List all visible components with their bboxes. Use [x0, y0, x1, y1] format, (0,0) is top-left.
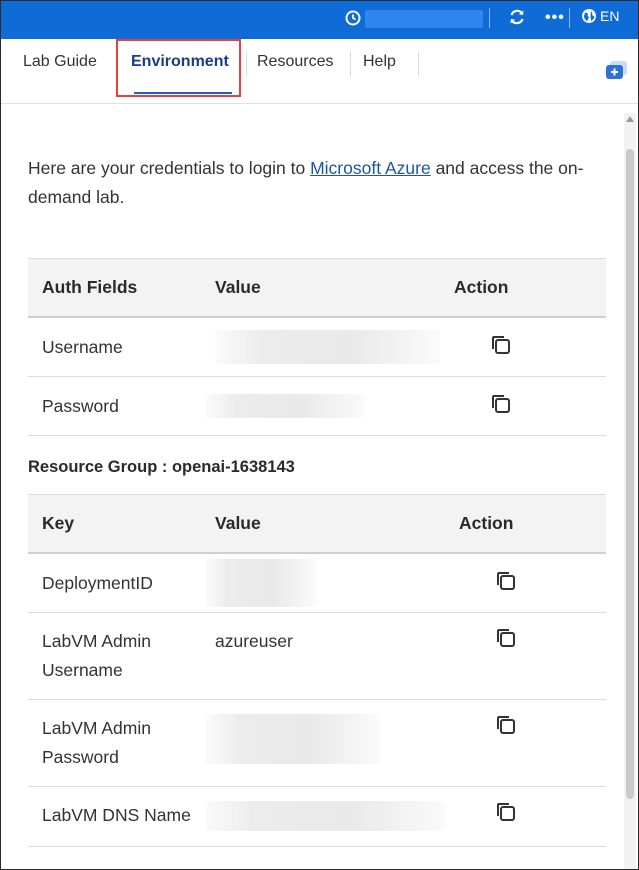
key-labvm-dns-name: LabVM DNS Name: [28, 786, 201, 847]
intro-text: Here are your credentials to login to: [28, 158, 311, 178]
tab-lab-guide[interactable]: Lab Guide: [23, 53, 97, 71]
table-row: Password: [28, 376, 606, 436]
scrollbar[interactable]: [624, 113, 636, 869]
table-row: LabVM DNS Name: [28, 786, 606, 847]
refresh-icon[interactable]: [508, 8, 526, 26]
header-key: Key: [28, 494, 201, 554]
tab-divider: [246, 51, 247, 77]
labvm-dns-name-value: [201, 786, 445, 847]
scroll-up-arrow-icon[interactable]: [626, 116, 634, 122]
copy-icon[interactable]: [495, 714, 517, 736]
header-value: Value: [201, 494, 445, 554]
field-password: Password: [28, 376, 201, 436]
scrollbar-thumb[interactable]: [626, 149, 634, 799]
table-row: DeploymentID: [28, 553, 606, 613]
auth-table: Auth Fields Value Action Username Passwo…: [28, 258, 606, 436]
tab-divider: [350, 51, 351, 77]
copy-icon[interactable]: [490, 334, 512, 356]
redacted-value: [205, 714, 380, 764]
deployment-id-value: [201, 553, 445, 613]
table-row: LabVM Admin Username azureuser: [28, 612, 606, 700]
redacted-value: [205, 559, 317, 607]
tab-help[interactable]: Help: [363, 53, 396, 71]
labvm-admin-username-value: azureuser: [201, 612, 445, 700]
clock-icon: [345, 10, 361, 26]
username-value: [201, 317, 440, 377]
copy-icon[interactable]: [495, 801, 517, 823]
redacted-value: [215, 330, 440, 364]
redacted-value: [205, 801, 445, 832]
tab-bar: Lab Guide Environment Resources Help: [1, 39, 638, 104]
resource-group-title: Resource Group : openai-1638143: [28, 458, 295, 476]
microsoft-azure-link[interactable]: Microsoft Azure: [310, 158, 431, 178]
globe-icon[interactable]: [581, 8, 597, 24]
copy-icon[interactable]: [495, 627, 517, 649]
field-username: Username: [28, 317, 201, 377]
header-action: Action: [440, 258, 606, 318]
header-value: Value: [201, 258, 440, 318]
table-header-row: Auth Fields Value Action: [28, 258, 606, 318]
timer-display: [365, 10, 483, 28]
table-row: Username: [28, 317, 606, 377]
labvm-admin-password-value: [201, 699, 445, 787]
credentials-intro: Here are your credentials to login to Mi…: [28, 154, 608, 212]
split-window-icon[interactable]: [605, 59, 629, 81]
active-tab-underline: [134, 92, 232, 94]
copy-icon[interactable]: [495, 570, 517, 592]
tab-resources[interactable]: Resources: [257, 53, 333, 71]
key-deployment-id: DeploymentID: [28, 553, 201, 613]
app-frame: ••• EN Lab Guide Environment Resources H…: [0, 0, 639, 870]
divider: [569, 8, 570, 28]
divider: [489, 8, 490, 28]
password-value: [201, 376, 440, 436]
tab-environment[interactable]: Environment: [131, 53, 229, 71]
more-options-icon[interactable]: •••: [545, 10, 565, 26]
top-bar: ••• EN: [1, 1, 638, 39]
tab-divider: [418, 51, 419, 77]
header-auth-fields: Auth Fields: [28, 258, 201, 318]
resource-group-table: Key Value Action DeploymentID LabVM Admi…: [28, 494, 606, 847]
copy-icon[interactable]: [490, 393, 512, 415]
key-labvm-admin-username: LabVM Admin Username: [28, 612, 201, 700]
redacted-value: [205, 394, 365, 418]
environment-panel: Here are your credentials to login to Mi…: [1, 104, 621, 869]
table-header-row: Key Value Action: [28, 494, 606, 554]
language-selector[interactable]: EN: [600, 8, 619, 24]
table-row: LabVM Admin Password: [28, 699, 606, 787]
header-action: Action: [445, 494, 606, 554]
key-labvm-admin-password: LabVM Admin Password: [28, 699, 201, 787]
